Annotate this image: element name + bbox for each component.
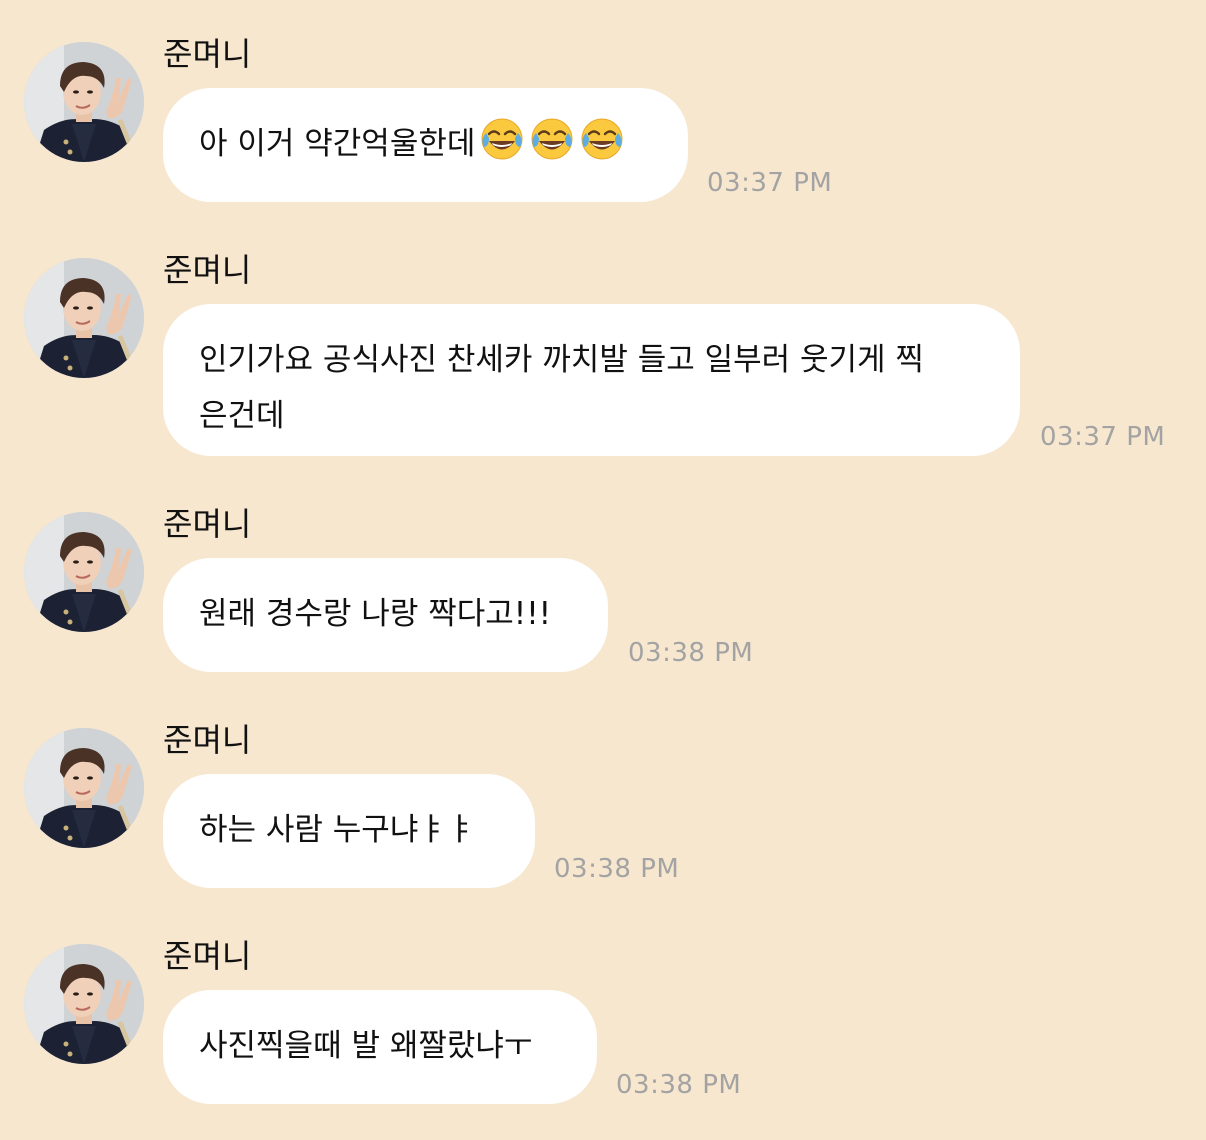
avatar[interactable] [24,42,144,162]
avatar-image [24,42,144,162]
avatar-image [24,258,144,378]
sender-name: 준며니 [163,251,252,289]
message-bubble[interactable]: 사진찍을때 발 왜짤랐냐ㅜ [163,990,597,1104]
face-with-tears-of-joy-icon [531,117,574,161]
sender-name: 준며니 [163,937,252,975]
message-bubble[interactable]: 아 이거 약간억울한데 [163,88,688,202]
message-bubble[interactable]: 원래 경수랑 나랑 짝다고!!! [163,558,608,672]
message-timestamp: 03:38 PM [616,1070,742,1100]
avatar[interactable] [24,728,144,848]
sender-name: 준며니 [163,721,252,759]
message-text-line: 은건데 [199,398,285,434]
sender-name: 준며니 [163,505,252,543]
sender-name: 준며니 [163,35,252,73]
message-bubble[interactable]: 인기가요 공식사진 찬세카 까치발 들고 일부러 웃기게 찍 은건데 [163,304,1020,456]
avatar[interactable] [24,944,144,1064]
message-timestamp: 03:37 PM [707,168,833,198]
message-text: 아 이거 약간억울한데 [199,126,476,162]
face-with-tears-of-joy-icon [481,117,524,161]
message-text: 사진찍을때 발 왜짤랐냐ㅜ [199,1028,533,1064]
message-timestamp: 03:38 PM [554,854,680,884]
face-with-tears-of-joy-icon [581,117,624,161]
message-bubble[interactable]: 하는 사람 누구냐ㅑㅑ [163,774,535,888]
avatar-image [24,944,144,1064]
avatar[interactable] [24,512,144,632]
avatar-image [24,512,144,632]
message-text: 하는 사람 누구냐ㅑㅑ [199,812,476,848]
message-timestamp: 03:38 PM [628,638,754,668]
message-text: 원래 경수랑 나랑 짝다고!!! [199,596,552,632]
message-text-line: 인기가요 공식사진 찬세카 까치발 들고 일부러 웃기게 찍 [199,342,924,378]
avatar[interactable] [24,258,144,378]
message-timestamp: 03:37 PM [1040,422,1166,452]
avatar-image [24,728,144,848]
